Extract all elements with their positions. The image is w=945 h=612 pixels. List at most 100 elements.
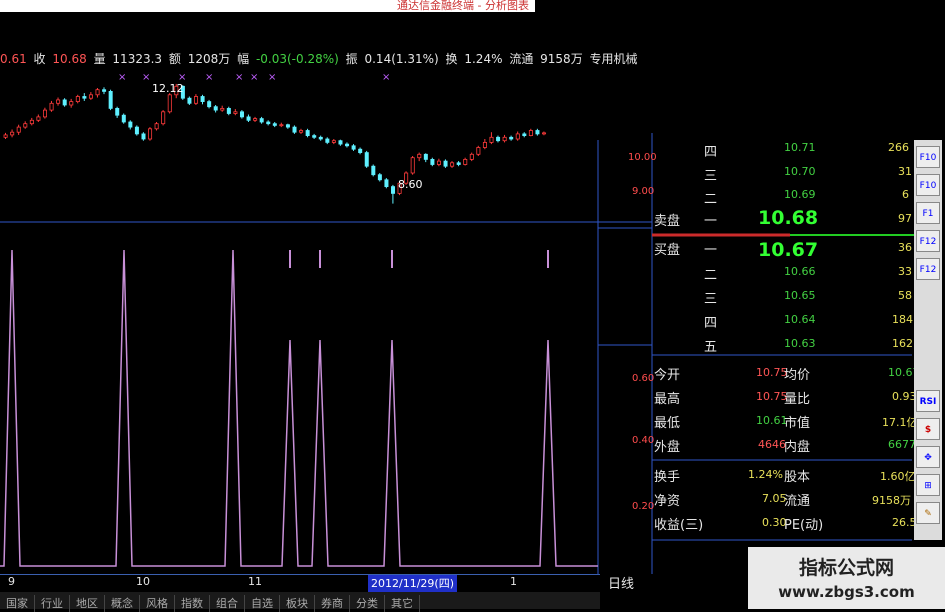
candle-body	[200, 96, 205, 102]
tab-other[interactable]: 其它	[385, 595, 420, 612]
candle-body	[417, 153, 422, 159]
tab-combo[interactable]: 组合	[210, 595, 245, 612]
bid-level-3: 三	[704, 292, 718, 307]
ask-vol-3: 31	[898, 165, 912, 178]
toolbar-btn-rsi[interactable]: RSI	[916, 390, 940, 412]
tab-custom[interactable]: 自选	[245, 595, 280, 612]
bid-price-1: 10.67	[758, 239, 819, 261]
signal-marker: ×	[205, 72, 213, 83]
bid-price-5: 10.63	[784, 337, 816, 350]
pencil-icon[interactable]: ✎	[916, 502, 940, 524]
stat-outer-value: 4646	[758, 438, 786, 451]
candle-body	[331, 140, 336, 143]
signal-marker: ×	[250, 72, 258, 83]
candle-body	[358, 148, 363, 153]
candle-body	[463, 158, 468, 165]
bid-level-2: 二	[704, 268, 718, 283]
candle-body	[371, 165, 376, 176]
candle-body	[239, 111, 244, 118]
candle-body	[285, 124, 290, 128]
toolbar-btn-f12[interactable]: F12	[916, 230, 940, 252]
candle-body	[29, 119, 34, 125]
candle-body	[259, 118, 264, 123]
candle-body	[69, 101, 74, 106]
candle-body	[489, 136, 494, 143]
candle-body	[108, 91, 113, 109]
candle-body	[95, 89, 100, 96]
candle-body	[141, 133, 146, 140]
candle-body	[10, 131, 15, 136]
ask-level-1: 一	[704, 214, 718, 229]
candle-body	[3, 134, 8, 138]
candle-body	[226, 108, 231, 114]
candle-body	[345, 143, 350, 147]
candle-body	[456, 162, 461, 165]
signal-marker: ×	[268, 72, 276, 83]
stat-inner-label: 内盘	[784, 440, 811, 455]
order-book-panel: 四 10.71 266 三 10.70 31 二 10.69 6 卖盘 一 10…	[598, 133, 938, 609]
tab-style[interactable]: 风格	[140, 595, 175, 612]
stat-eps-value: 0.30	[762, 516, 787, 529]
toolbar-btn-f10-alt[interactable]: F10	[916, 174, 940, 196]
toolbar-btn-f12-alt[interactable]: F12	[916, 258, 940, 280]
stat-nav-value: 7.05	[762, 492, 787, 505]
tab-national[interactable]: 国家	[0, 595, 35, 612]
candle-body	[279, 124, 284, 127]
period-label[interactable]: 日线	[608, 573, 634, 592]
candle-body	[482, 141, 487, 148]
candle-body	[42, 109, 47, 118]
stat-avg-label: 均价	[784, 368, 811, 383]
ask-price-2: 10.69	[784, 188, 816, 201]
cursor-date: 2012/11/29(四)	[368, 575, 457, 592]
candle-body	[253, 118, 258, 121]
candle-body	[128, 121, 133, 128]
candle-body	[469, 153, 474, 160]
date-tick-9: 9	[8, 575, 15, 588]
date-tick-10: 10	[136, 575, 150, 588]
bid-price-4: 10.64	[784, 313, 816, 326]
candle-body	[36, 116, 41, 121]
candle-body	[542, 132, 547, 135]
candle-body	[299, 130, 304, 133]
tab-broker[interactable]: 券商	[315, 595, 350, 612]
toolbar-btn-f1[interactable]: F1	[916, 202, 940, 224]
grid-icon[interactable]: ⊞	[916, 474, 940, 496]
tab-industry[interactable]: 行业	[35, 595, 70, 612]
bid-price-2: 10.66	[784, 265, 816, 278]
low-annotation: 8.60	[398, 178, 423, 191]
candle-body	[154, 123, 159, 130]
bid-vol-4: 184	[892, 313, 913, 326]
signal-marker: ×	[118, 72, 126, 83]
tab-concept[interactable]: 概念	[105, 595, 140, 612]
date-tick-1: 1	[510, 575, 517, 588]
candle-body	[167, 94, 172, 113]
stat-low-label: 最低	[654, 416, 681, 431]
candle-body	[62, 99, 67, 106]
candle-body	[102, 89, 107, 92]
ask-price-1: 10.68	[758, 207, 819, 229]
tab-region[interactable]: 地区	[70, 595, 105, 612]
watermark: 指标公式网 www.zbgs3.com	[748, 547, 945, 609]
ask-price-3: 10.70	[784, 165, 816, 178]
tab-index[interactable]: 指数	[175, 595, 210, 612]
indicator-series	[0, 249, 598, 567]
ask-level-3: 三	[704, 169, 718, 184]
candle-body	[476, 147, 481, 155]
candle-body	[82, 96, 87, 99]
candlestick-series	[3, 83, 547, 204]
candle-body	[213, 106, 218, 111]
stat-high-value: 10.75	[756, 390, 788, 403]
stat-volratio-label: 量比	[784, 392, 811, 407]
candle-body	[207, 101, 212, 108]
signal-marker: ×	[382, 72, 390, 83]
candle-body	[443, 160, 448, 167]
candle-body	[194, 96, 199, 104]
dollar-icon[interactable]: $	[916, 418, 940, 440]
candle-body	[384, 179, 389, 188]
tab-sector[interactable]: 板块	[280, 595, 315, 612]
toolbar-btn-f10[interactable]: F10	[916, 146, 940, 168]
candle-body	[121, 114, 126, 123]
stat-turnover-label: 换手	[654, 470, 681, 485]
tab-category[interactable]: 分类	[350, 595, 385, 612]
move-icon[interactable]: ✥	[916, 446, 940, 468]
